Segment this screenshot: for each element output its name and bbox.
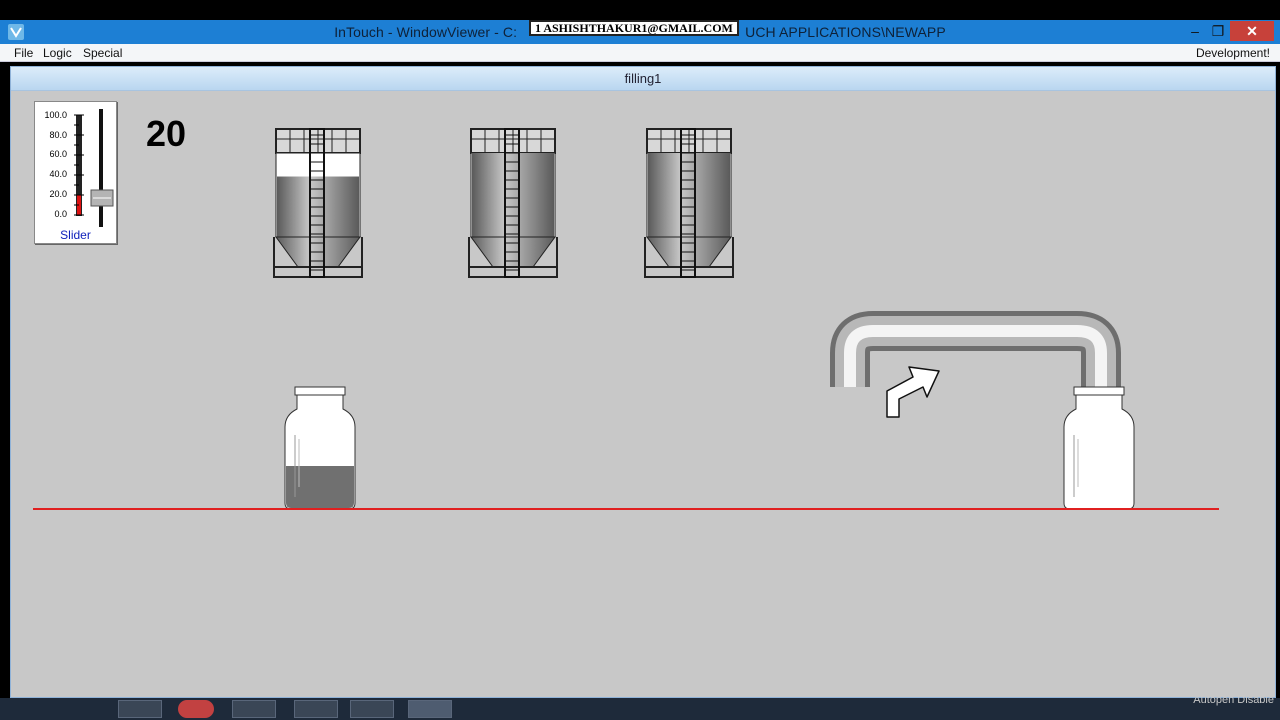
menu-special[interactable]: Special (83, 46, 122, 60)
slider-scale (74, 109, 103, 227)
taskbar-app-3[interactable] (232, 700, 276, 718)
menu-development[interactable]: Development! (1196, 46, 1270, 60)
title-bar[interactable]: InTouch - WindowViewer - C: UCH APPLICATI… (0, 20, 1280, 44)
restore-button[interactable]: ❐ (1203, 21, 1233, 41)
slider-widget: 100.0 80.0 60.0 40.0 20.0 0.0 Slider (34, 101, 117, 244)
conveyor-line (33, 508, 1219, 510)
storage-tank-3 (644, 128, 734, 278)
window-title-right: UCH APPLICATIONS\NEWAPP (745, 24, 946, 40)
menu-bar: File Logic Special Development! (0, 44, 1280, 62)
window-title-left: InTouch - WindowViewer - C: (334, 24, 518, 40)
filling1-window: filling1 100.0 80.0 60.0 40.0 20.0 0.0 S… (10, 66, 1276, 698)
screen-frame: InTouch - WindowViewer - C: UCH APPLICATI… (0, 0, 1280, 720)
screen-title: filling1 (11, 67, 1275, 91)
menu-file[interactable]: File (14, 46, 33, 60)
menu-logic[interactable]: Logic (43, 46, 72, 60)
storage-tank-2 (468, 128, 558, 278)
taskbar-app-6[interactable] (408, 700, 452, 718)
taskbar-app-5[interactable] (350, 700, 394, 718)
value-display: 20 (146, 113, 187, 154)
taskbar-app-1[interactable] (118, 700, 162, 718)
autopen-status: Autopen Disable (1193, 694, 1274, 706)
taskbar-app-2[interactable] (178, 700, 214, 718)
bottle-1 (284, 386, 356, 510)
filling-pipe (830, 311, 1121, 387)
taskbar-app-4[interactable] (294, 700, 338, 718)
close-button[interactable]: ✕ (1230, 21, 1274, 41)
taskbar (0, 698, 1280, 720)
bottle-2 (1063, 386, 1135, 510)
slider-thumb[interactable] (90, 189, 114, 207)
flow-arrow-icon[interactable] (883, 357, 943, 419)
email-watermark: 1 ASHISHTHAKUR1@GMAIL.COM (529, 20, 739, 36)
slider-caption: Slider (60, 228, 91, 242)
storage-tank-1 (273, 128, 363, 278)
